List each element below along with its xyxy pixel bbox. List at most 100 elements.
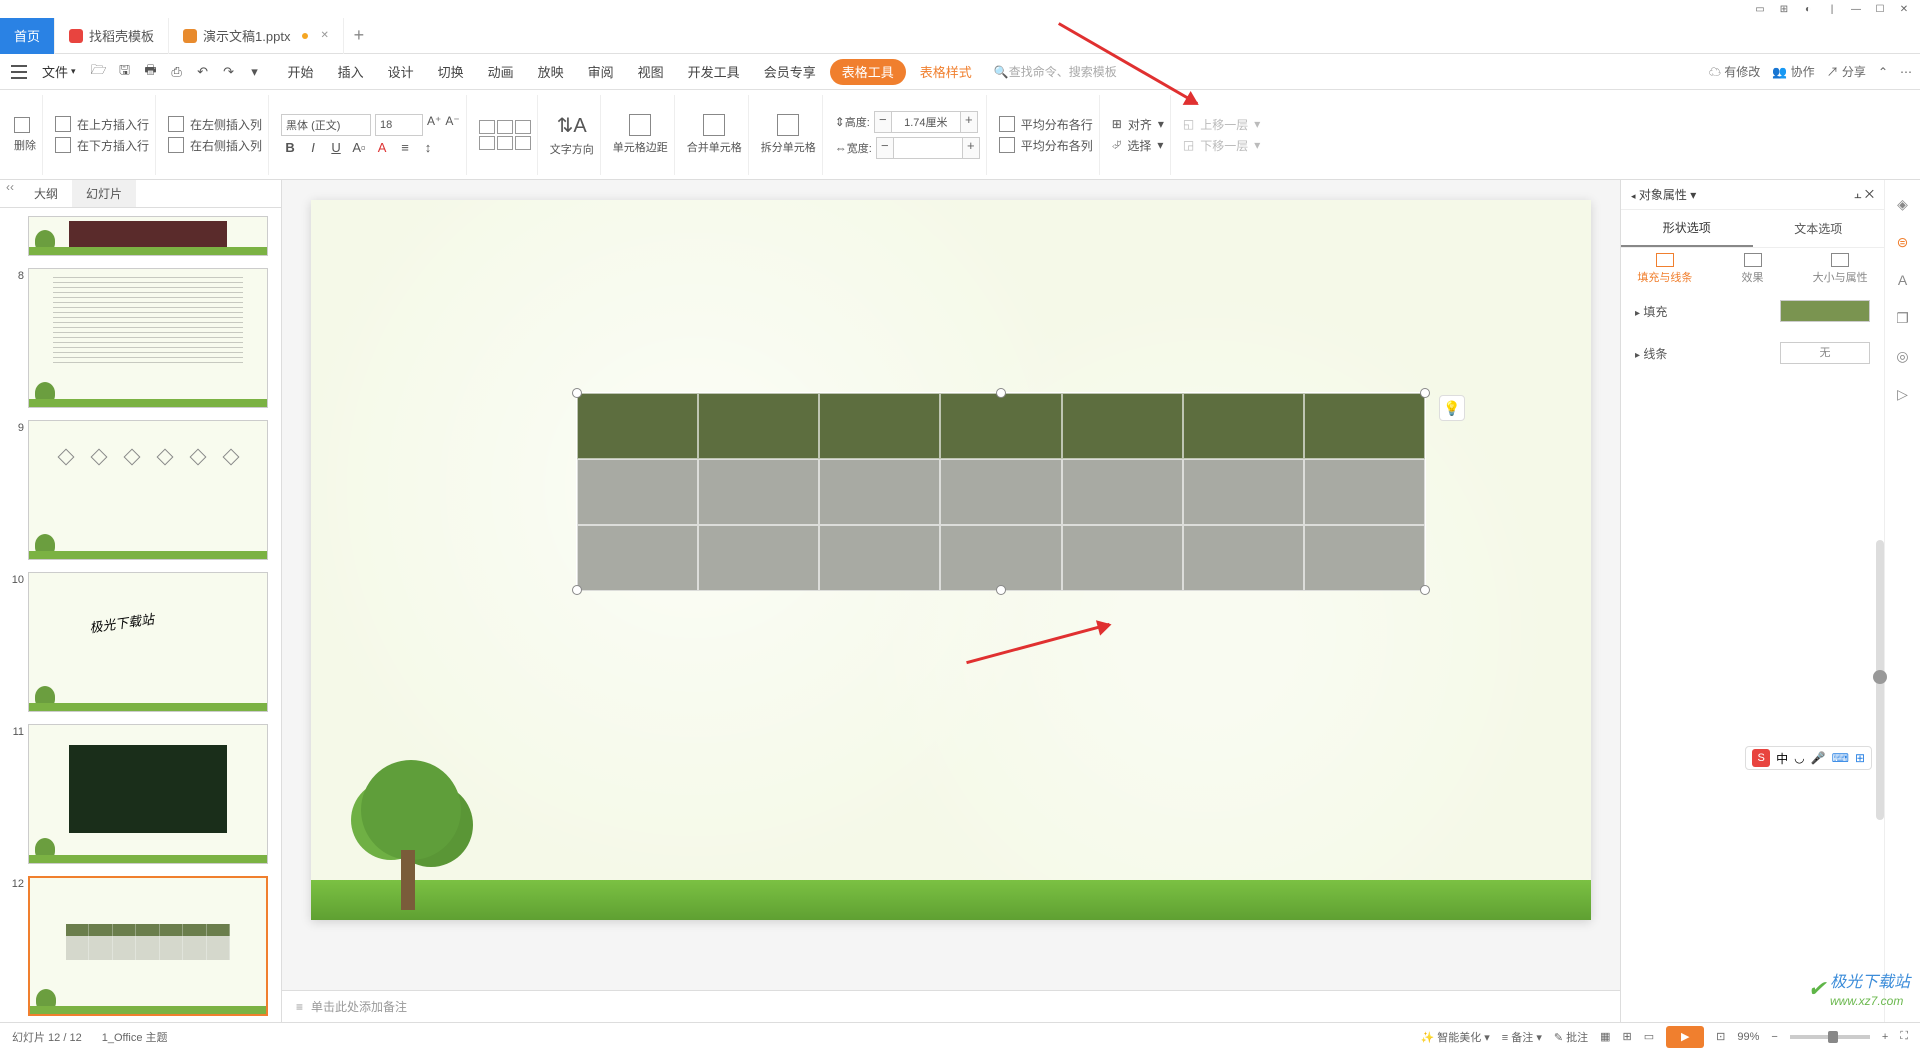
slideshow-button[interactable]: ▶ xyxy=(1666,1026,1704,1048)
slide-thumb-7[interactable] xyxy=(28,216,268,256)
underline-button[interactable]: U xyxy=(327,140,345,155)
height-value[interactable]: 1.74厘米 xyxy=(892,111,960,133)
review-toggle[interactable]: ✎ 批注 xyxy=(1554,1029,1588,1045)
distribute-rows[interactable]: 平均分布各行 xyxy=(999,116,1093,133)
resize-handle[interactable] xyxy=(572,585,582,595)
resize-handle[interactable] xyxy=(996,585,1006,595)
view-sorter-icon[interactable]: ⊞ xyxy=(1623,1030,1632,1043)
tab-start[interactable]: 开始 xyxy=(276,54,326,90)
tab-close-icon[interactable]: ✕ xyxy=(320,30,328,41)
preview-icon[interactable]: ⎙ xyxy=(166,61,188,83)
select-menu[interactable]: ⮰选择 ▾ xyxy=(1112,137,1164,154)
slide-thumb-9[interactable] xyxy=(28,420,268,560)
line-none-swatch[interactable]: 无 xyxy=(1780,342,1870,364)
cloud-changes[interactable]: ☁ 有修改 xyxy=(1709,63,1760,80)
insert-col-right[interactable]: 在右侧插入列 xyxy=(168,137,262,154)
delete-button[interactable]: 删除 xyxy=(14,137,36,153)
highlight-button[interactable]: A▫ xyxy=(350,140,368,155)
grow-font-icon[interactable]: A⁺ xyxy=(427,114,441,136)
resize-handle[interactable] xyxy=(572,388,582,398)
tab-shape-options[interactable]: 形状选项 xyxy=(1621,210,1753,247)
close-button[interactable]: ✕ xyxy=(1892,1,1916,17)
merge-cells-button[interactable]: 合并单元格 xyxy=(687,139,742,155)
line-height-button[interactable]: ↕ xyxy=(419,140,437,155)
italic-button[interactable]: I xyxy=(304,140,322,155)
table-object[interactable] xyxy=(576,392,1426,591)
tab-outline[interactable]: 大纲 xyxy=(20,180,72,207)
tab-templates[interactable]: 找稻壳模板 xyxy=(55,18,169,54)
line-section[interactable]: ▸ 线条 无 xyxy=(1621,332,1884,374)
tab-slides[interactable]: 幻灯片 xyxy=(72,180,136,207)
height-plus[interactable]: + xyxy=(960,111,978,133)
notes-toggle[interactable]: ≡ 备注 ▾ xyxy=(1502,1029,1542,1045)
pin-side-icon[interactable]: ◎ xyxy=(1893,346,1913,366)
tab-slideshow[interactable]: 放映 xyxy=(526,54,576,90)
align-menu[interactable]: ⊞对齐 ▾ xyxy=(1112,116,1164,133)
fit-icon[interactable]: ⊡ xyxy=(1716,1030,1725,1043)
font-size-select[interactable]: 18 xyxy=(375,114,423,136)
open-icon[interactable]: 🗁 xyxy=(88,61,110,83)
tab-add-button[interactable]: + xyxy=(344,25,374,46)
pin-icon[interactable]: ⫠ xyxy=(1854,187,1861,201)
tab-transition[interactable]: 切换 xyxy=(426,54,476,90)
width-plus[interactable]: + xyxy=(962,137,980,159)
notes-bar[interactable]: ≡单击此处添加备注 xyxy=(282,990,1620,1022)
maximize-button[interactable]: ☐ xyxy=(1868,1,1892,17)
bold-button[interactable]: B xyxy=(281,140,299,155)
tab-home[interactable]: 首页 xyxy=(0,18,55,54)
zoom-slider[interactable] xyxy=(1790,1035,1870,1039)
zoom-out-icon[interactable]: − xyxy=(1771,1031,1777,1043)
layout-icon[interactable]: ▭ xyxy=(1748,1,1772,17)
table-row[interactable] xyxy=(577,459,1425,525)
ime-indicator[interactable]: S中◡🎤⌨⊞ xyxy=(1745,746,1872,770)
collapse-panel-icon[interactable]: ‹‹ xyxy=(0,180,20,207)
cell-margin-button[interactable]: 单元格边距 xyxy=(613,139,668,155)
tab-text-options[interactable]: 文本选项 xyxy=(1753,210,1885,247)
insert-col-left[interactable]: 在左侧插入列 xyxy=(168,116,262,133)
undo-icon[interactable]: ↶ xyxy=(192,61,214,83)
table-row[interactable] xyxy=(577,525,1425,591)
play-side-icon[interactable]: ▷ xyxy=(1893,384,1913,404)
tab-view[interactable]: 视图 xyxy=(626,54,676,90)
slide-thumb-8[interactable] xyxy=(28,268,268,408)
tab-vip[interactable]: 会员专享 xyxy=(752,54,828,90)
height-minus[interactable]: − xyxy=(874,111,892,133)
tab-insert[interactable]: 插入 xyxy=(326,54,376,90)
view-normal-icon[interactable]: ▦ xyxy=(1600,1030,1610,1043)
more-icon[interactable]: ▾ xyxy=(244,61,266,83)
tab-design[interactable]: 设计 xyxy=(376,54,426,90)
grid-icon[interactable]: ⊞ xyxy=(1772,1,1796,17)
share-button[interactable]: ↗ 分享 xyxy=(1827,63,1866,80)
text-direction-button[interactable]: 文字方向 xyxy=(550,141,594,157)
save-icon[interactable]: 🖫 xyxy=(114,61,136,83)
bring-forward[interactable]: ◱上移一层 ▾ xyxy=(1183,116,1260,133)
view-reading-icon[interactable]: ▭ xyxy=(1644,1030,1654,1043)
font-family-select[interactable]: 黑体 (正文) xyxy=(281,114,371,136)
zoom-in-icon[interactable]: + xyxy=(1882,1031,1888,1043)
slide-thumb-12[interactable] xyxy=(28,876,268,1016)
fill-section[interactable]: ▸ 填充 xyxy=(1621,290,1884,332)
avatar-icon[interactable]: ◐ xyxy=(1796,1,1820,17)
tab-table-tools[interactable]: 表格工具 xyxy=(830,59,906,85)
tab-dev[interactable]: 开发工具 xyxy=(676,54,752,90)
vertical-slider[interactable] xyxy=(1876,540,1884,820)
shrink-font-icon[interactable]: A⁻ xyxy=(445,114,459,136)
font-color-button[interactable]: A xyxy=(373,140,391,155)
table-row[interactable] xyxy=(577,393,1425,459)
height-spinner[interactable]: ⇕ 高度: − 1.74厘米 + xyxy=(835,111,980,133)
file-menu[interactable]: 文件 ▾ xyxy=(34,54,84,90)
beautify-button[interactable]: ✨ 智能美化 ▾ xyxy=(1420,1029,1489,1045)
fill-color-swatch[interactable] xyxy=(1780,300,1870,322)
close-panel-icon[interactable]: ✕ xyxy=(1865,187,1874,201)
fullscreen-icon[interactable]: ⛶ xyxy=(1900,1030,1908,1043)
menu-hamburger-icon[interactable] xyxy=(8,61,30,83)
subtab-effects[interactable]: 效果 xyxy=(1709,248,1797,290)
redo-icon[interactable]: ↷ xyxy=(218,61,240,83)
diamond-icon[interactable]: ◈ xyxy=(1893,194,1913,214)
subtab-fill-line[interactable]: 填充与线条 xyxy=(1621,248,1709,290)
tab-review[interactable]: 审阅 xyxy=(576,54,626,90)
width-spinner[interactable]: ⇔ 宽度: − + xyxy=(835,137,980,159)
zoom-level[interactable]: 99% xyxy=(1737,1031,1759,1043)
slide-thumb-10[interactable]: 极光下载站 xyxy=(28,572,268,712)
slide-canvas[interactable]: 💡 xyxy=(311,200,1591,920)
